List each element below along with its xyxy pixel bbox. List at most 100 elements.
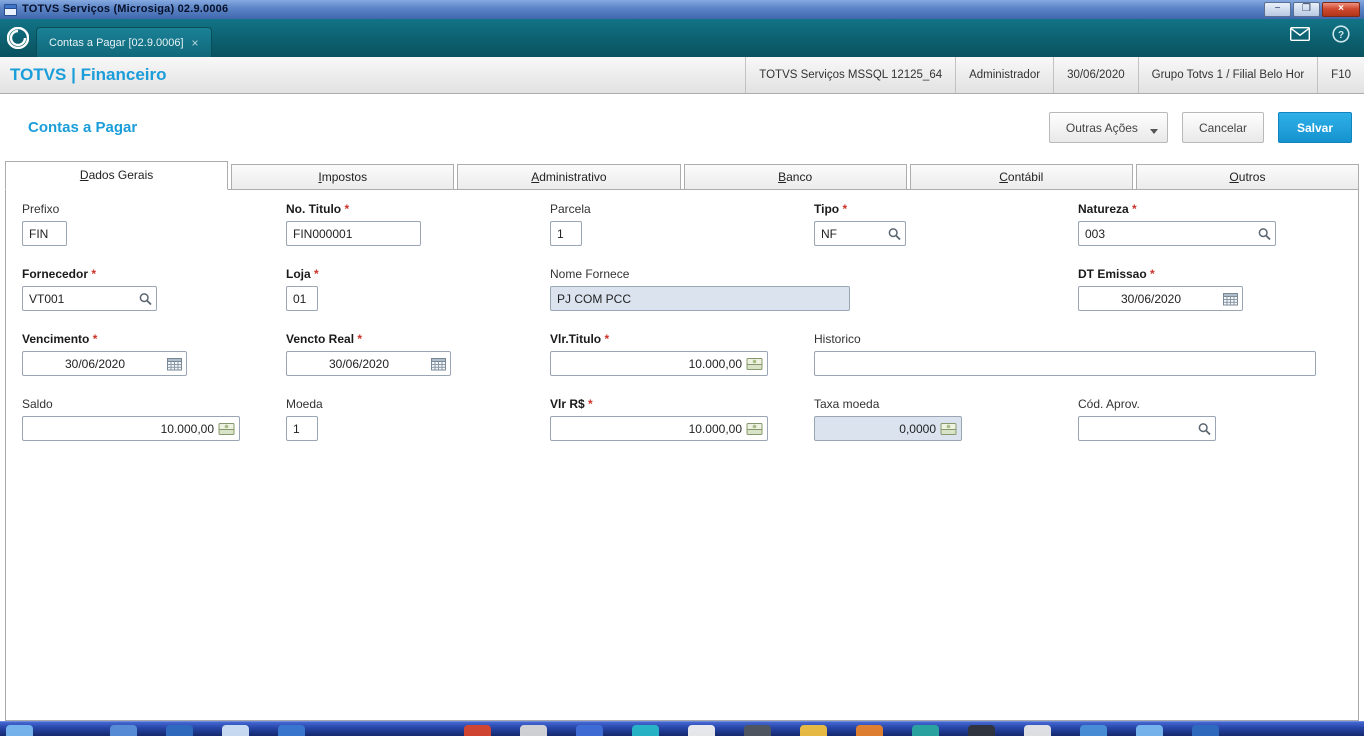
page-title: Contas a Pagar — [28, 119, 138, 136]
calendar-icon[interactable] — [1223, 292, 1238, 305]
required-asterisk: * — [588, 397, 593, 411]
app-icon — [4, 3, 17, 16]
money-icon[interactable] — [218, 422, 235, 435]
no-titulo-input[interactable] — [286, 221, 421, 246]
dt-emissao-input[interactable] — [1078, 286, 1243, 311]
tab-administrativo[interactable]: Administrativo — [457, 164, 681, 190]
taskbar-icon[interactable] — [632, 725, 659, 736]
search-icon[interactable] — [1258, 227, 1271, 240]
maximize-button[interactable]: ❐ — [1293, 2, 1320, 17]
calendar-icon[interactable] — [167, 357, 182, 370]
vlr-titulo-input[interactable] — [550, 351, 768, 376]
taskbar-icon[interactable] — [110, 725, 137, 736]
taskbar-icon[interactable] — [744, 725, 771, 736]
search-icon[interactable] — [1198, 422, 1211, 435]
taskbar-icon[interactable] — [968, 725, 995, 736]
taskbar-icon[interactable] — [278, 725, 305, 736]
dt-emissao-label: DT Emissao * — [1078, 267, 1155, 281]
loja-input[interactable] — [286, 286, 318, 311]
taxa-moeda-label: Taxa moeda — [814, 397, 880, 411]
taskbar-icon[interactable] — [856, 725, 883, 736]
mail-icon[interactable] — [1289, 26, 1311, 46]
money-icon — [940, 422, 957, 435]
saldo-input[interactable] — [22, 416, 240, 441]
historico-input[interactable] — [814, 351, 1316, 376]
close-button[interactable]: × — [1322, 2, 1360, 17]
taskbar-icon[interactable] — [1024, 725, 1051, 736]
environment-info: TOTVS Serviços MSSQL 12125_64 — [745, 57, 955, 93]
moeda-input[interactable] — [286, 416, 318, 441]
taskbar-icon[interactable] — [800, 725, 827, 736]
saldo-label: Saldo — [22, 397, 53, 411]
loja-label: Loja * — [286, 267, 319, 281]
tab-banco[interactable]: Banco — [683, 164, 907, 190]
chevron-down-icon[interactable] — [1149, 129, 1158, 134]
vencto-real-input[interactable] — [286, 351, 451, 376]
app-header: TOTVS | Financeiro TOTVS Serviços MSSQL … — [0, 57, 1364, 94]
cod-aprov-label: Cód. Aprov. — [1078, 397, 1140, 411]
branch-info[interactable]: Grupo Totvs 1 / Filial Belo Hor — [1137, 57, 1318, 93]
taskbar-icon[interactable] — [6, 725, 33, 736]
taskbar-icon[interactable] — [464, 725, 491, 736]
nome-fornece-label: Nome Fornece — [550, 267, 630, 281]
taskbar-icon[interactable] — [688, 725, 715, 736]
form-tabs: Dados Gerais Impostos Administrativo Ban… — [5, 161, 1360, 190]
taskbar-icon[interactable] — [520, 725, 547, 736]
fornecedor-input[interactable] — [22, 286, 157, 311]
totvs-logo-icon[interactable] — [6, 26, 30, 54]
app-tab-label: Contas a Pagar [02.9.0006] — [49, 36, 184, 49]
required-asterisk: * — [92, 332, 98, 346]
salvar-button[interactable]: Salvar — [1277, 112, 1352, 143]
help-icon[interactable]: ? — [1332, 25, 1350, 48]
tab-contabil[interactable]: Contábil — [909, 164, 1133, 190]
search-icon[interactable] — [139, 292, 152, 305]
form-panel: Prefixo No. Titulo * Parcela Tipo * Natu… — [5, 189, 1359, 721]
money-icon[interactable] — [746, 422, 763, 435]
taskbar-icon[interactable] — [166, 725, 193, 736]
taskbar-icon[interactable] — [1192, 725, 1219, 736]
taskbar-icon[interactable] — [576, 725, 603, 736]
vlr-rs-input[interactable] — [550, 416, 768, 441]
prefixo-input[interactable] — [22, 221, 67, 246]
taskbar-icon[interactable] — [1080, 725, 1107, 736]
required-asterisk: * — [604, 332, 610, 346]
moeda-label: Moeda — [286, 397, 323, 411]
no-titulo-label: No. Titulo * — [286, 202, 350, 216]
tab-impostos[interactable]: Impostos — [231, 164, 455, 190]
taskbar-icon[interactable] — [912, 725, 939, 736]
fornecedor-label: Fornecedor * — [22, 267, 97, 281]
required-asterisk: * — [842, 202, 848, 216]
tab-close-icon[interactable]: × — [192, 36, 199, 50]
required-asterisk: * — [344, 202, 350, 216]
cancelar-button[interactable]: Cancelar — [1181, 112, 1264, 143]
parcela-label: Parcela — [550, 202, 591, 216]
tab-dados-gerais[interactable]: Dados Gerais — [5, 161, 229, 190]
cod-aprov-input[interactable] — [1078, 416, 1216, 441]
required-asterisk: * — [314, 267, 319, 281]
nome-fornece-input — [550, 286, 850, 311]
user-info: Administrador — [955, 57, 1053, 93]
tab-outros[interactable]: Outros — [1135, 164, 1360, 190]
outras-acoes-button[interactable]: Outras Ações — [1048, 112, 1168, 143]
vlr-titulo-label: Vlr.Titulo * — [550, 332, 610, 346]
taskbar-icon[interactable] — [222, 725, 249, 736]
window-title: TOTVS Serviços (Microsiga) 02.9.0006 — [22, 3, 229, 15]
minimize-button[interactable]: − — [1264, 2, 1291, 17]
tipo-label: Tipo * — [814, 202, 848, 216]
parcela-input[interactable] — [550, 221, 582, 246]
vencimento-input[interactable] — [22, 351, 187, 376]
calendar-icon[interactable] — [431, 357, 446, 370]
tab-contas-a-pagar[interactable]: Contas a Pagar [02.9.0006] × — [36, 27, 212, 57]
required-asterisk: * — [357, 332, 363, 346]
windows-taskbar[interactable] — [0, 721, 1364, 736]
brand-title: TOTVS | Financeiro — [10, 65, 167, 84]
outras-acoes-label: Outras Ações — [1065, 120, 1138, 135]
money-icon[interactable] — [746, 357, 763, 370]
required-asterisk: * — [1132, 202, 1137, 216]
natureza-input[interactable] — [1078, 221, 1276, 246]
date-info: 30/06/2020 — [1053, 57, 1138, 93]
app-tab-bar: Contas a Pagar [02.9.0006] × ? — [0, 19, 1364, 57]
taskbar-icon[interactable] — [1136, 725, 1163, 736]
fkey-badge[interactable]: F10 — [1317, 57, 1364, 93]
search-icon[interactable] — [888, 227, 901, 240]
